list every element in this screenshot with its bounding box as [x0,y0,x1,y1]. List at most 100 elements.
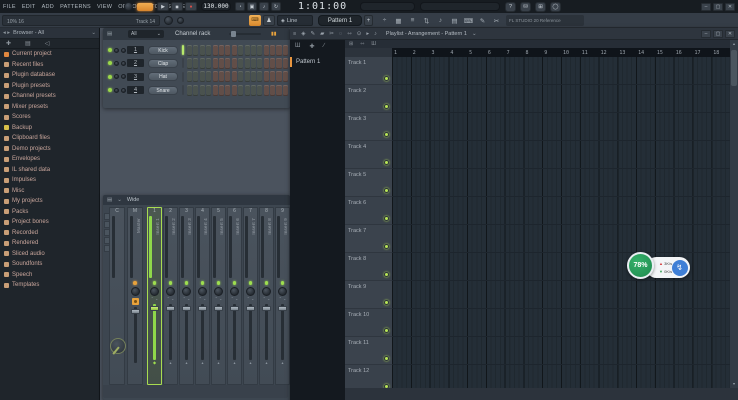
browser-collapse-icon[interactable]: ◂ ▸ [3,30,10,36]
track-mute-led[interactable] [384,160,389,165]
help-icon[interactable]: ? [505,2,516,12]
browser-item-recorded[interactable]: Recorded [0,228,99,239]
playlist-close-button[interactable]: ✕ [725,30,735,38]
blend-notes-icon[interactable]: ♪ [259,2,269,11]
strip-led[interactable] [185,281,189,285]
browser-item-il-shared-data[interactable]: IL shared data [0,165,99,176]
cut-icon[interactable]: ✂ [329,31,334,37]
step-cell[interactable] [270,71,275,82]
add-icon[interactable]: ✚ [6,40,11,47]
track-header-track-10[interactable]: Track 10 [345,309,392,337]
delete-icon[interactable]: ◌ [339,31,342,37]
strip-led[interactable] [281,281,285,285]
mixer-menu-icon[interactable]: ▤ [107,197,112,203]
track-mute-led[interactable] [384,216,389,221]
strip-arm-icon[interactable]: ▴ [228,360,241,366]
track-header-track-11[interactable]: Track 11 [345,337,392,365]
copy-icon[interactable]: ▤ [448,15,461,26]
step-cell[interactable] [193,71,198,82]
strip-arm-icon[interactable]: ▴ [260,360,273,366]
step-cell[interactable] [187,85,192,96]
step-cell[interactable] [232,71,237,82]
channel-mute-led[interactable] [108,88,112,92]
track-mute-led[interactable] [384,328,389,333]
strip-arm-icon[interactable]: ▴ [196,360,209,366]
track-mute-led[interactable] [384,132,389,137]
channel-pan-knob[interactable] [114,48,119,53]
step-cell[interactable] [264,85,269,96]
main-volume-knob[interactable] [124,2,133,11]
mixer-strip-5[interactable]: 5Insert 5⌃ ⌄▴ [211,207,226,385]
cpu-meter-panel[interactable] [420,2,500,11]
mixer-strip-1[interactable]: 1Insert 1⌃ ⌄◆ [147,207,162,385]
step-editor-icon[interactable]: ▦ [392,15,405,26]
performance-mode-icon[interactable]: ♟ [263,15,275,26]
strip-led[interactable] [265,281,269,285]
strip-pan-knob[interactable] [262,287,271,296]
playback-position-panel[interactable] [360,2,415,11]
mixer-titlebar[interactable]: ▤ ⌄ Wide [103,195,290,205]
step-cell[interactable] [232,58,237,69]
step-cell[interactable] [200,85,205,96]
zoom-icon[interactable]: ⊙ [357,31,362,37]
strip-pan-knob[interactable] [278,287,287,296]
strip-arm-icon[interactable]: ▴ [276,360,289,366]
browser-dropdown-icon[interactable]: ⌄ [91,30,96,36]
step-cell[interactable] [225,45,230,56]
channel-volume-knob[interactable] [121,48,126,53]
strip-fader[interactable] [261,304,272,360]
cut-icon[interactable]: ✂ [490,15,503,26]
track-mute-led[interactable] [384,188,389,193]
step-cell[interactable] [264,45,269,56]
reorder-icon[interactable]: ⇅ [420,15,433,26]
browser-item-mixer-presets[interactable]: Mixer presets [0,102,99,113]
sync-icon[interactable]: ◯ [550,2,561,12]
channel-volume-knob[interactable] [121,61,126,66]
time-display[interactable]: 1:01:00 [298,1,347,12]
pattern-song-switch[interactable] [137,3,153,11]
step-cell[interactable] [187,45,192,56]
channel-pan-knob[interactable] [114,61,119,66]
channel-name-button[interactable]: Kick [148,46,178,55]
browser-item-envelopes[interactable]: Envelopes [0,154,99,165]
strip-fader[interactable] [229,304,240,360]
track-header-track-6[interactable]: Track 6 [345,197,392,225]
menu-view[interactable]: VIEW [97,4,112,10]
step-cell[interactable] [276,58,281,69]
maximize-button[interactable]: ▢ [713,3,723,11]
fader-handle[interactable] [246,306,255,311]
track-header-track-12[interactable]: Track 12 [345,365,392,388]
playback-icon[interactable]: ▸ [366,31,369,37]
step-cell[interactable] [219,45,224,56]
paint-icon[interactable]: ▰ [320,31,324,37]
preview-speaker-icon[interactable]: ◁ [45,40,50,47]
minimize-button[interactable]: – [701,3,711,11]
browser-item-impulses[interactable]: Impulses [0,175,99,186]
channel-select-indicator[interactable] [182,58,184,68]
file-icon[interactable]: ▤ [25,40,31,47]
mixer-strip-current[interactable]: C [109,207,125,385]
step-cell[interactable] [251,71,256,82]
track-mute-led[interactable] [384,244,389,249]
track-header-track-9[interactable]: Track 9 [345,281,392,309]
menu-add[interactable]: ADD [42,4,55,10]
strip-pan-knob[interactable] [214,287,223,296]
channel-volume-knob[interactable] [121,88,126,93]
loop-record-icon[interactable]: ↻ [271,2,281,11]
fader-handle[interactable] [214,306,223,311]
strip-fader[interactable] [149,304,160,360]
browser-item-rendered[interactable]: Rendered [0,238,99,249]
preview-icon[interactable]: ♪ [374,31,377,37]
strip-led[interactable] [153,281,157,285]
channel-name-button[interactable]: Snare [148,86,178,95]
step-cell[interactable] [283,58,288,69]
playlist-grid[interactable] [392,57,730,388]
channel-name-button[interactable]: Clap [148,59,178,68]
step-cell[interactable] [238,45,243,56]
edit-icon[interactable]: ✎ [476,15,489,26]
magnet-icon[interactable]: ◈ [301,31,305,37]
track-header-track-3[interactable]: Track 3 [345,113,392,141]
track-header-track-4[interactable]: Track 4 [345,141,392,169]
mixer-detach-icon[interactable]: ⌄ [117,197,122,203]
step-cell[interactable] [225,58,230,69]
